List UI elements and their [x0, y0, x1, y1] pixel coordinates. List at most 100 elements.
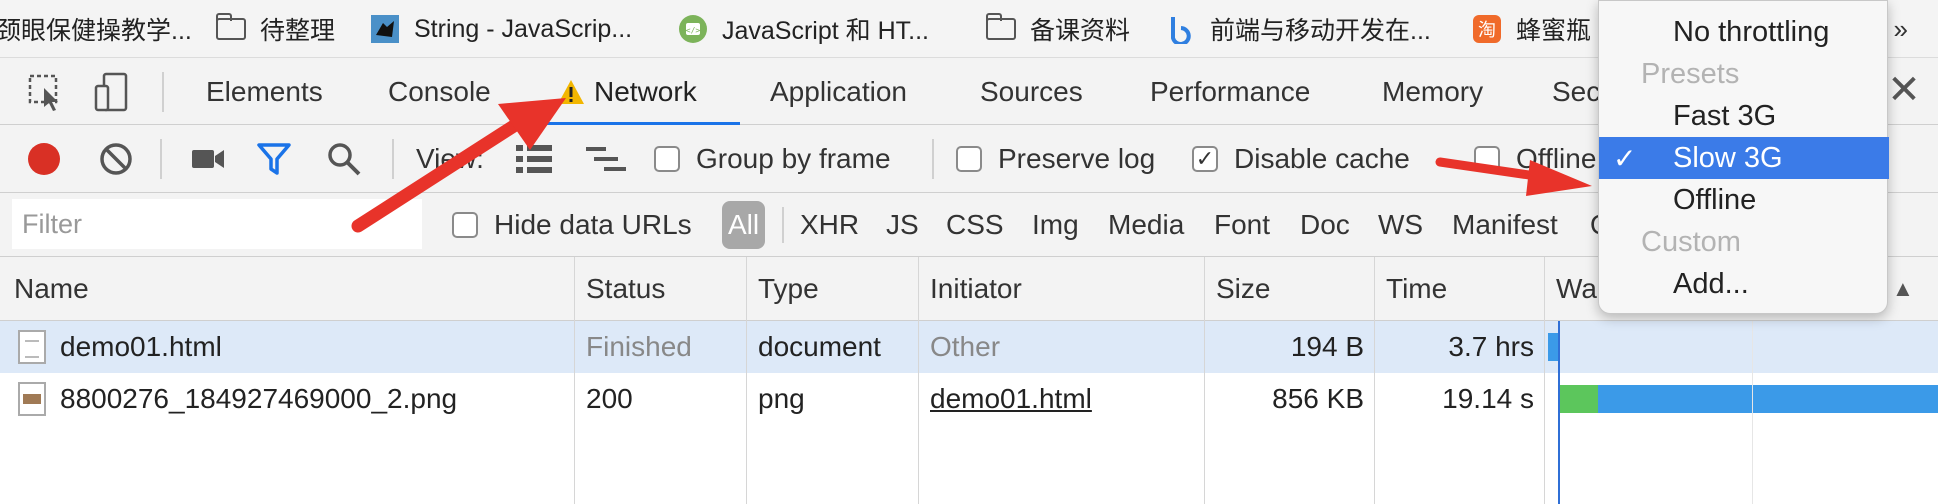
table-row[interactable]: demo01.html Finished document Other 194 …: [0, 321, 1938, 373]
waterfall-overview-icon: [586, 147, 626, 171]
column-header-initiator[interactable]: Initiator: [918, 257, 1022, 321]
svg-text:</>: </>: [686, 26, 701, 35]
tab-sources[interactable]: Sources: [980, 58, 1083, 125]
checkbox-box: [654, 146, 680, 172]
tab-console[interactable]: Console: [388, 58, 491, 125]
menu-item-fast-3g[interactable]: Fast 3G: [1599, 95, 1889, 137]
large-rows-button[interactable]: [514, 139, 554, 179]
filter-type-media[interactable]: Media: [1108, 201, 1184, 249]
bookmark-item[interactable]: </> JavaScript 和 HT...: [678, 0, 929, 58]
tab-network[interactable]: Network: [556, 58, 697, 125]
cell-name: demo01.html: [18, 321, 222, 373]
tab-performance[interactable]: Performance: [1150, 58, 1310, 125]
column-header-time[interactable]: Time: [1374, 257, 1447, 321]
checkbox-label: Offline: [1516, 143, 1597, 174]
mdn-icon: [370, 15, 400, 43]
checkbox-box: [1474, 146, 1500, 172]
bookmark-item[interactable]: 备课资料: [985, 0, 1131, 58]
cell-size: 194 B: [1290, 331, 1364, 362]
checkmark-icon: ✓: [1192, 146, 1218, 172]
waterfall-gridline: [1752, 321, 1753, 504]
filter-type-all[interactable]: All: [722, 201, 766, 249]
bookmark-item[interactable]: 前端与移动开发在...: [1166, 0, 1431, 58]
tab-security[interactable]: Sec: [1552, 58, 1600, 125]
column-header-size[interactable]: Size: [1204, 257, 1270, 321]
bookmark-label: 备课资料: [1030, 17, 1131, 45]
menu-group-custom: Custom: [1641, 225, 1741, 258]
bookmarks-overflow-button[interactable]: »: [1894, 0, 1908, 58]
cell-type: document: [758, 331, 881, 362]
clear-icon: [100, 143, 132, 175]
hide-data-urls-checkbox[interactable]: Hide data URLs: [452, 201, 692, 249]
document-file-icon: [18, 330, 46, 364]
filter-type-font[interactable]: Font: [1214, 201, 1270, 249]
column-header-name[interactable]: Name: [2, 257, 89, 321]
bookmark-label: JavaScript 和 HT...: [722, 17, 929, 45]
record-button[interactable]: [26, 139, 62, 179]
filter-input[interactable]: [12, 199, 422, 249]
filter-type-ws[interactable]: WS: [1378, 201, 1423, 249]
menu-item-add[interactable]: Add...: [1599, 263, 1889, 305]
column-header-status[interactable]: Status: [574, 257, 665, 321]
filter-type-xhr[interactable]: XHR: [800, 201, 859, 249]
search-button[interactable]: [326, 139, 362, 179]
table-row[interactable]: 8800276_184927469000_2.png 200 png demo0…: [0, 373, 1938, 425]
divider: [160, 139, 162, 179]
disable-cache-checkbox[interactable]: ✓ Disable cache: [1192, 139, 1410, 179]
cell-name: 8800276_184927469000_2.png: [18, 373, 457, 425]
divider: [162, 72, 164, 112]
code-icon: </>: [678, 15, 708, 43]
preserve-log-checkbox[interactable]: Preserve log: [956, 139, 1155, 179]
bookmark-item[interactable]: 待整理: [215, 0, 335, 58]
tab-elements[interactable]: Elements: [206, 58, 323, 125]
bookmark-item[interactable]: 颈眼保健操教学...: [0, 0, 192, 58]
cell-status: 200: [586, 383, 633, 414]
tab-memory[interactable]: Memory: [1382, 58, 1483, 125]
bookmark-label: 前端与移动开发在...: [1210, 17, 1431, 45]
bookmark-item[interactable]: String - JavaScrip...: [370, 0, 632, 58]
close-devtools-icon[interactable]: ✕: [1884, 68, 1924, 112]
checkbox-box: [452, 212, 478, 238]
group-by-frame-checkbox[interactable]: Group by frame: [654, 139, 891, 179]
filter-type-js[interactable]: JS: [886, 201, 919, 249]
device-toolbar-icon[interactable]: [90, 70, 134, 114]
column-header-type[interactable]: Type: [746, 257, 819, 321]
menu-item-slow-3g[interactable]: ✓ Slow 3G: [1599, 137, 1889, 179]
checkmark-icon: ✓: [1613, 142, 1637, 174]
list-icon: [516, 145, 552, 173]
column-header-waterfall[interactable]: Wa: [1544, 257, 1597, 321]
cell-initiator-link[interactable]: demo01.html: [930, 373, 1092, 425]
filter-type-img[interactable]: Img: [1032, 201, 1079, 249]
inspect-element-icon[interactable]: [24, 70, 68, 114]
cell-time: 3.7 hrs: [1448, 331, 1534, 362]
column-divider: [1544, 257, 1545, 504]
tab-application[interactable]: Application: [770, 58, 907, 125]
checkbox-label: Hide data URLs: [494, 209, 692, 240]
filter-toggle-button[interactable]: [256, 139, 292, 179]
bookmark-item[interactable]: 淘 蜂蜜瓶: [1472, 0, 1591, 58]
column-divider: [574, 257, 575, 504]
image-file-icon: [18, 382, 46, 416]
clear-button[interactable]: [98, 139, 134, 179]
offline-checkbox[interactable]: Offline: [1474, 139, 1596, 179]
folder-icon: [985, 13, 1016, 43]
menu-item-no-throttling[interactable]: No throttling: [1599, 11, 1889, 53]
waterfall-bar: [1548, 333, 1558, 361]
bilibili-icon: [1166, 15, 1196, 44]
filter-type-doc[interactable]: Doc: [1300, 201, 1350, 249]
bookmark-label: 蜂蜜瓶: [1516, 17, 1592, 45]
video-camera-icon: [192, 150, 224, 168]
waterfall-bar-waiting: [1560, 385, 1598, 413]
overview-button[interactable]: [584, 139, 628, 179]
menu-item-offline[interactable]: Offline: [1599, 179, 1889, 221]
capture-screenshots-button[interactable]: [190, 139, 226, 179]
menu-group-presets: Presets: [1641, 57, 1740, 90]
tab-label: Network: [594, 75, 697, 107]
column-divider: [746, 257, 747, 504]
divider: [782, 207, 784, 243]
folder-icon: [215, 13, 246, 43]
filter-type-manifest[interactable]: Manifest: [1452, 201, 1558, 249]
waterfall-time-marker: [1558, 321, 1560, 504]
search-icon: [328, 143, 361, 176]
filter-type-css[interactable]: CSS: [946, 201, 1004, 249]
